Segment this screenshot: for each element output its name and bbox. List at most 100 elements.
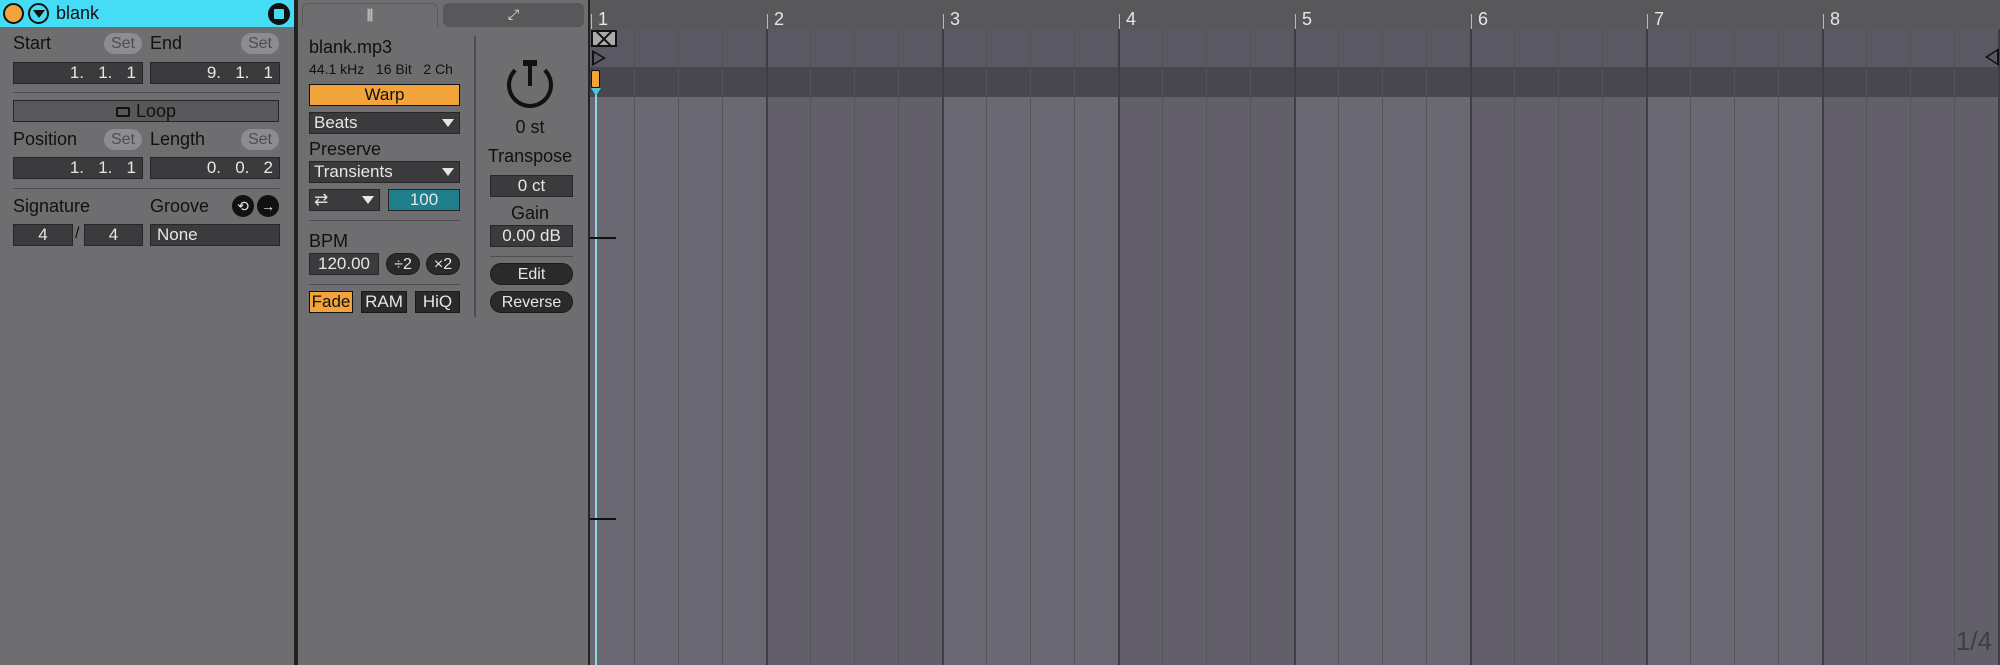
loop-icon [115,107,130,117]
start-label: Start [13,33,52,53]
bar-line [1822,29,1824,665]
bar-line [1470,29,1472,665]
bar-line [766,29,768,665]
groove-field[interactable]: None [150,224,280,246]
double-tempo-button[interactable]: ×2 [426,253,460,275]
ram-button[interactable]: RAM [361,291,407,313]
divider [309,284,460,285]
warp-button[interactable]: Warp [309,84,460,106]
end-field[interactable]: 9. 1. 1 [150,62,280,84]
beat-gridline [1558,29,1559,665]
amplitude-tick [590,237,616,239]
sample-filename: blank.mp3 [309,37,393,57]
bar-number: 3 [950,9,961,29]
chevron-down-icon [362,196,374,204]
start-set-button[interactable]: Set [104,33,142,54]
beat-gridline [1206,29,1207,665]
waveform-icon: ⫼ [366,7,374,23]
bar-tick [1119,14,1120,29]
gain-field[interactable]: 0.00 dB [490,225,573,247]
position-field[interactable]: 1. 1. 1 [13,157,143,179]
clip-name[interactable]: blank [56,3,99,24]
beat-gridline [1910,29,1911,665]
signature-numerator-field[interactable]: 4 [13,224,73,246]
beat-gridline [986,29,987,665]
bar-line [1294,29,1296,665]
amplitude-tick [590,518,616,520]
transpose-label: Transpose [487,146,573,166]
grid-zoom-label: 1/4 [1955,626,1992,656]
bar-tick [943,14,944,29]
preserve-select[interactable]: Transients [309,161,460,183]
loop-mode-icon: ⇄ [314,190,329,209]
transient-loop-mode-select[interactable]: ⇄ [309,189,380,211]
loop-end-flag-icon[interactable] [1985,48,1999,66]
clip-activator-button[interactable] [3,3,24,24]
beat-gridline [1030,29,1031,665]
playhead-marker-icon [591,88,601,96]
bar-number: 1 [598,9,609,29]
chevron-down-icon [442,168,454,176]
end-set-button[interactable]: Set [241,33,279,54]
position-set-button[interactable]: Set [104,129,142,150]
position-label: Position [13,129,78,149]
end-label: End [150,33,183,53]
groove-label: Groove [150,196,210,216]
beat-gridline [1074,29,1075,665]
length-field[interactable]: 0. 0. 2 [150,157,280,179]
beat-gridline [1954,29,1955,665]
groove-arrow-icon[interactable]: → [257,195,279,217]
signature-denominator-field[interactable]: 4 [84,224,143,246]
sample-panel: ⫼ ⤢ blank.mp3 44.1 kHz 16 Bit 2 Ch Warp … [298,0,588,665]
half-tempo-button[interactable]: ÷2 [386,253,420,275]
fade-button[interactable]: Fade [309,291,353,313]
loop-button[interactable]: Loop [13,100,279,122]
start-marker-icon[interactable] [591,30,617,47]
bar-tick [591,14,592,29]
bar-number: 5 [1302,9,1313,29]
divider [13,188,280,189]
beat-gridline [722,29,723,665]
bar-ruler[interactable]: 1 2 3 4 5 6 7 8 [590,0,2000,29]
beat-gridline [1382,29,1383,665]
fold-button[interactable] [28,3,49,24]
transient-envelope-field[interactable]: 100 [388,189,460,211]
edit-button[interactable]: Edit [490,263,573,285]
hiq-button[interactable]: HiQ [415,291,460,313]
detune-field[interactable]: 0 ct [490,175,573,197]
warp-marker[interactable] [591,70,600,88]
bar-line [942,29,944,665]
playhead [595,88,597,665]
beat-gridline [1250,29,1251,665]
gain-label: Gain [510,203,550,223]
beat-gridline [1514,29,1515,665]
beat-gridline [1602,29,1603,665]
beat-gridline [1734,29,1735,665]
beat-gridline [678,29,679,665]
bar-tick [1471,14,1472,29]
tab-sample[interactable]: ⫼ [302,3,438,27]
signature-label: Signature [13,196,91,216]
loop-start-flag-icon[interactable] [592,50,606,66]
groove-hot-swap-icon[interactable]: ⟲ [232,195,254,217]
bar-tick [1823,14,1824,29]
sample-editor[interactable]: 1 2 3 4 5 6 7 8 1/4 [590,0,2000,665]
envelope-icon: ⤢ [507,6,520,22]
warp-mode-select[interactable]: Beats [309,112,460,134]
reverse-button[interactable]: Reverse [490,291,573,313]
sample-info: 44.1 kHz 16 Bit 2 Ch [309,61,453,77]
start-field[interactable]: 1. 1. 1 [13,62,143,84]
divider [490,256,573,257]
triangle-down-icon [33,10,45,18]
preserve-label: Preserve [309,139,382,159]
chevron-down-icon [442,119,454,127]
divider [13,92,280,93]
vertical-divider [474,36,476,317]
save-icon[interactable] [268,3,290,25]
beat-gridline [1690,29,1691,665]
length-set-button[interactable]: Set [241,129,279,150]
bpm-field[interactable]: 120.00 [309,253,379,275]
tab-envelopes[interactable]: ⤢ [443,3,584,27]
beat-gridline [854,29,855,665]
beat-gridline [898,29,899,665]
